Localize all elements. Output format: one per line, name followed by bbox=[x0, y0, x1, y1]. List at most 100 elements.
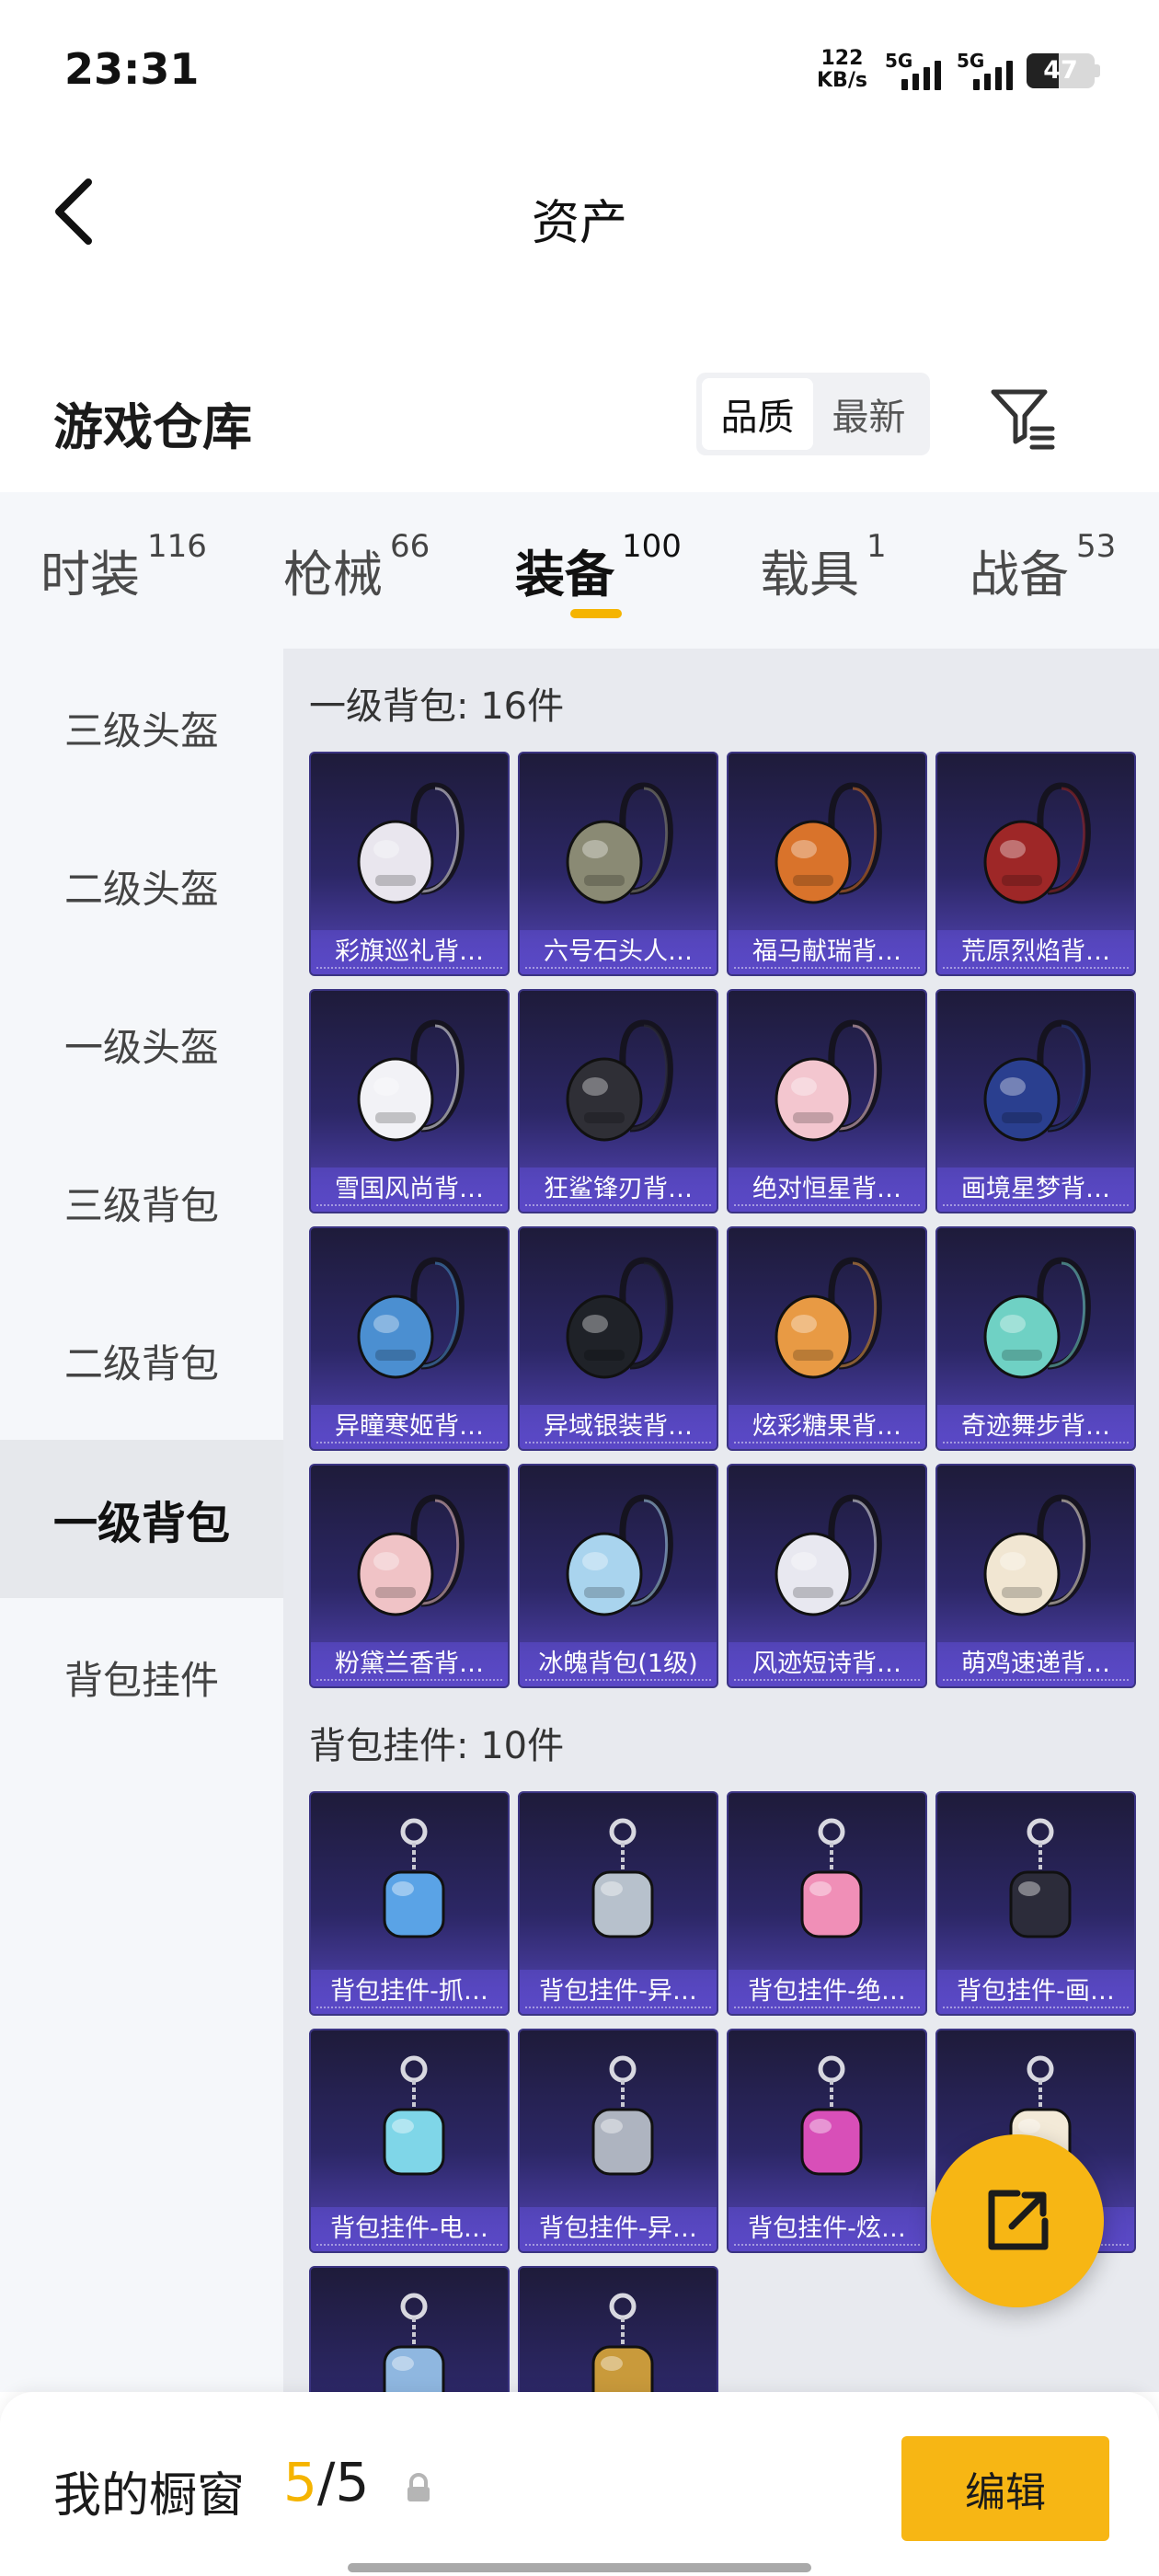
tab-count: 116 bbox=[147, 528, 207, 565]
status-bar: 23:31 122 KB/s 5G 5G 47 bbox=[0, 0, 1159, 138]
battery-icon: 47 bbox=[1027, 53, 1095, 88]
charm-candy-icon bbox=[800, 2055, 863, 2176]
tab-label: 枪械 bbox=[283, 546, 383, 604]
charm-item-card[interactable]: 背包挂件-电… bbox=[309, 2029, 510, 2253]
tab-label: 载具 bbox=[760, 546, 859, 604]
charm-item-card[interactable]: 背包挂件-… bbox=[309, 2266, 510, 2392]
battery-level: 47 bbox=[1043, 56, 1078, 85]
sort-by-quality[interactable]: 品质 bbox=[702, 378, 813, 450]
tab-firearms[interactable]: 枪械 66 bbox=[283, 528, 430, 606]
charm-octopus-anchor-icon bbox=[383, 1818, 445, 1938]
battery-tip bbox=[1095, 64, 1100, 77]
network-speed: 122 KB/s bbox=[817, 48, 867, 92]
item-name: 风迹短诗背… bbox=[729, 1642, 925, 1686]
charm-item-card[interactable]: 背包挂件-抓… bbox=[309, 1791, 510, 2016]
charm-item-card[interactable]: 背包挂件-异… bbox=[518, 2029, 718, 2253]
charm-silver-wings-icon bbox=[591, 2055, 654, 2176]
backpack-item-card[interactable]: 炫彩糖果背… bbox=[727, 1226, 927, 1451]
charm-item-card[interactable]: 背包挂件-… bbox=[518, 2266, 718, 2392]
tab-label: 战备 bbox=[970, 546, 1069, 604]
charm-blue-tag-icon bbox=[383, 2293, 445, 2392]
backpack-item-card[interactable]: 奇迹舞步背… bbox=[935, 1226, 1136, 1451]
home-indicator bbox=[348, 2563, 811, 2572]
item-name: 异域银装背… bbox=[520, 1405, 717, 1449]
backpack-item-card[interactable]: 异瞳寒姬背… bbox=[309, 1226, 510, 1451]
tab-count: 53 bbox=[1076, 528, 1117, 565]
backpack-item-card[interactable]: 绝对恒星背… bbox=[727, 989, 927, 1213]
item-name: 奇迹舞步背… bbox=[937, 1405, 1134, 1449]
charm-item-card[interactable]: 背包挂件-画… bbox=[935, 1791, 1136, 2016]
tab-equipment[interactable]: 装备 100 bbox=[515, 528, 682, 606]
sort-by-latest[interactable]: 最新 bbox=[813, 378, 924, 450]
backpack-white-satchel-icon bbox=[775, 1494, 882, 1616]
backpack-item-card[interactable]: 荒原烈焰背… bbox=[935, 752, 1136, 976]
item-name: 背包挂件-炫… bbox=[729, 2207, 925, 2251]
sidebar-item-level3-helmet[interactable]: 三级头盔 bbox=[0, 649, 283, 807]
showcase-count-current: 5 bbox=[283, 2451, 317, 2513]
backpack-item-card[interactable]: 冰魄背包(1级) bbox=[518, 1464, 718, 1688]
tab-label: 时装 bbox=[40, 546, 140, 604]
subcategory-sidebar: 三级头盔 二级头盔 一级头盔 三级背包 二级背包 一级背包 背包挂件 bbox=[0, 649, 283, 2392]
item-name: 萌鸡速递背… bbox=[937, 1642, 1134, 1686]
backpack-donut-icon bbox=[775, 1257, 882, 1379]
backpack-bunny-teal-icon bbox=[983, 1257, 1091, 1379]
charm-item-card[interactable]: 背包挂件-炫… bbox=[727, 2029, 927, 2253]
group-title-level1-backpack: 一级背包: 16件 bbox=[309, 685, 565, 728]
item-name: 画境星梦背… bbox=[937, 1167, 1134, 1212]
item-name: 背包挂件-异… bbox=[520, 2207, 717, 2251]
sidebar-item-level3-backpack[interactable]: 三级背包 bbox=[0, 1123, 283, 1282]
share-export-icon bbox=[988, 2190, 1049, 2250]
sort-toggle: 品质 最新 bbox=[696, 373, 930, 455]
backpack-blue-book-icon bbox=[983, 1019, 1091, 1142]
backpack-shark-icon bbox=[566, 1019, 673, 1142]
item-name: 背包挂件-电… bbox=[311, 2207, 508, 2251]
sidebar-item-level1-helmet[interactable]: 一级头盔 bbox=[0, 965, 283, 1123]
backpack-item-card[interactable]: 异域银装背… bbox=[518, 1226, 718, 1451]
item-name: 异瞳寒姬背… bbox=[311, 1405, 508, 1449]
filter-button[interactable] bbox=[984, 379, 1058, 453]
backpack-item-card[interactable]: 萌鸡速递背… bbox=[935, 1464, 1136, 1688]
backpack-orange-horse-icon bbox=[775, 782, 882, 904]
tab-outfits[interactable]: 时装 116 bbox=[40, 528, 207, 606]
charm-pink-camera-icon bbox=[800, 1818, 863, 1938]
backpack-item-card[interactable]: 风迹短诗背… bbox=[727, 1464, 927, 1688]
item-name: 狂鲨锋刃背… bbox=[520, 1167, 717, 1212]
item-name: 背包挂件-绝… bbox=[729, 1970, 925, 2014]
backpack-ice-star-icon bbox=[566, 1494, 673, 1616]
charm-arcade-icon bbox=[383, 2055, 445, 2176]
nav-bar: 资产 bbox=[0, 138, 1159, 285]
charm-item-card[interactable]: 背包挂件-绝… bbox=[727, 1791, 927, 2016]
showcase-count: 5/5 bbox=[283, 2451, 369, 2513]
item-grid-area: 一级背包: 16件 背包挂件: 10件 彩旗巡礼背… 六号石头人… 福马献瑞背… 荒原… bbox=[283, 649, 1159, 2392]
backpack-item-card[interactable]: 六号石头人… bbox=[518, 752, 718, 976]
tab-count: 1 bbox=[866, 528, 887, 565]
sidebar-item-level2-helmet[interactable]: 二级头盔 bbox=[0, 807, 283, 965]
backpack-item-card[interactable]: 狂鲨锋刃背… bbox=[518, 989, 718, 1213]
backpack-item-card[interactable]: 雪国风尚背… bbox=[309, 989, 510, 1213]
tab-supplies[interactable]: 战备 53 bbox=[970, 528, 1116, 606]
item-name: 炫彩糖果背… bbox=[729, 1405, 925, 1449]
warehouse-title: 游戏仓库 bbox=[53, 398, 252, 456]
charm-item-card[interactable]: 背包挂件-异… bbox=[518, 1791, 718, 2016]
filter-icon bbox=[991, 389, 1055, 450]
lock-icon bbox=[407, 2473, 430, 2501]
warehouse-header: 游戏仓库 品质 最新 bbox=[0, 359, 1159, 478]
backpack-item-card[interactable]: 彩旗巡礼背… bbox=[309, 752, 510, 976]
showcase-count-total: 5 bbox=[335, 2451, 370, 2513]
backpack-item-card[interactable]: 福马献瑞背… bbox=[727, 752, 927, 976]
item-name: 雪国风尚背… bbox=[311, 1167, 508, 1212]
sidebar-item-level2-backpack[interactable]: 二级背包 bbox=[0, 1282, 283, 1440]
charm-bells-icon bbox=[591, 1818, 654, 1938]
backpack-item-card[interactable]: 粉黛兰香背… bbox=[309, 1464, 510, 1688]
backpack-pink-bunny-icon bbox=[357, 1494, 465, 1616]
tab-vehicles[interactable]: 载具 1 bbox=[760, 528, 887, 606]
sidebar-item-level1-backpack[interactable]: 一级背包 bbox=[0, 1440, 283, 1598]
item-name: 冰魄背包(1级) bbox=[520, 1642, 717, 1686]
item-name: 绝对恒星背… bbox=[729, 1167, 925, 1212]
network-speed-unit: KB/s bbox=[817, 69, 867, 92]
backpack-item-card[interactable]: 画境星梦背… bbox=[935, 989, 1136, 1213]
edit-showcase-button[interactable]: 编辑 bbox=[901, 2436, 1109, 2541]
share-button[interactable] bbox=[931, 2134, 1104, 2307]
sidebar-item-backpack-charms[interactable]: 背包挂件 bbox=[0, 1598, 283, 1756]
item-name: 背包挂件-画… bbox=[937, 1970, 1134, 2014]
